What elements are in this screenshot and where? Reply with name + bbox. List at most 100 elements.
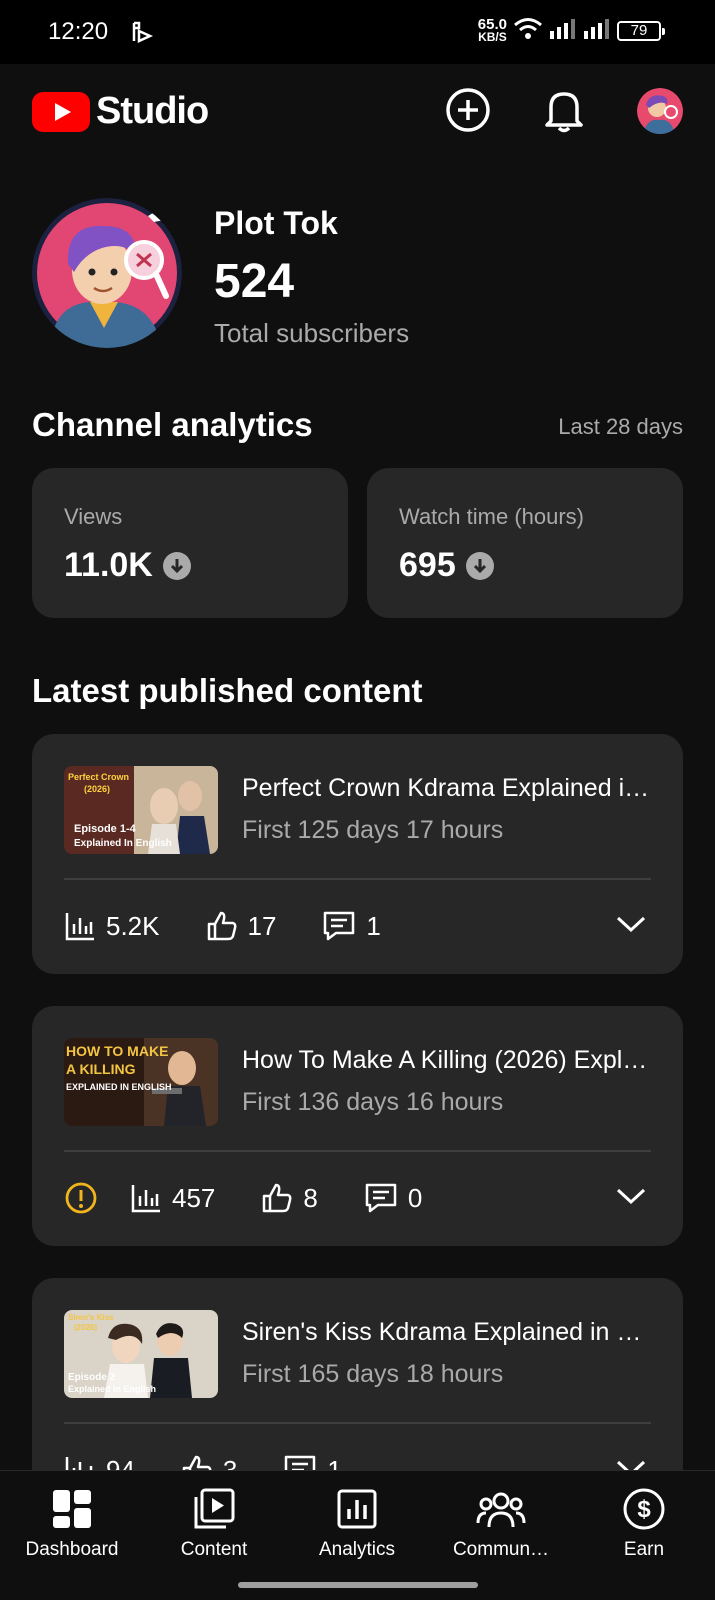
svg-text:(2026): (2026) [84, 784, 110, 794]
wifi-icon [513, 16, 543, 45]
nav-community[interactable]: Commun… [431, 1485, 571, 1561]
likes-count: 17 [247, 910, 277, 941]
svg-text:Episode 2: Episode 2 [68, 1372, 116, 1383]
views-count: 457 [172, 1182, 216, 1213]
notifications-button[interactable] [540, 86, 588, 134]
likes-metric: 17 [206, 910, 277, 942]
views-count: 5.2K [106, 910, 160, 941]
logo-text: Studio [96, 90, 209, 132]
svg-text:HOW TO MAKE: HOW TO MAKE [66, 1043, 168, 1059]
youtube-play-icon [32, 91, 90, 132]
views-metric: 457 [130, 1182, 215, 1214]
nav-label: Dashboard [25, 1539, 119, 1560]
divider [64, 1422, 651, 1424]
arrow-down-icon [465, 551, 494, 580]
nav-label: Commun… [452, 1539, 550, 1560]
video-card[interactable]: Perfect Crown (2026) Episode 1-4 Explain… [32, 734, 683, 974]
likes-count: 8 [303, 1182, 318, 1213]
video-age: First 165 days 18 hours [242, 1360, 504, 1388]
bar-chart-icon [131, 1185, 160, 1213]
app-header: Studio [0, 64, 715, 164]
svg-text:$: $ [637, 1496, 651, 1523]
comment-icon [365, 1183, 397, 1213]
video-age: First 125 days 17 hours [242, 816, 504, 844]
video-card[interactable]: HOW TO MAKE A KILLING EXPLAINED IN ENGLI… [32, 1006, 683, 1246]
date-range-label[interactable]: Last 28 days [558, 414, 683, 440]
svg-text:(2026): (2026) [74, 1323, 97, 1332]
app-notification-icon [130, 20, 154, 49]
nav-label: Content [180, 1539, 248, 1560]
create-button[interactable] [444, 86, 492, 134]
stat-label: Views [64, 504, 123, 529]
analytics-icon [287, 1485, 427, 1533]
network-speed: 65.0 KB/S [477, 15, 507, 44]
video-title[interactable]: Siren's Kiss Kdrama Explained in English [242, 1318, 657, 1347]
chevron-down-icon[interactable] [615, 1186, 647, 1211]
svg-text:Perfect Crown: Perfect Crown [68, 772, 129, 782]
nav-earn[interactable]: $ Earn [574, 1485, 714, 1561]
video-metrics: 5.2K 17 1 [64, 906, 427, 946]
views-metric: 5.2K [64, 910, 160, 942]
chevron-down-icon[interactable] [615, 914, 647, 939]
comments-count: 0 [407, 1182, 423, 1213]
nav-analytics[interactable]: Analytics [287, 1485, 427, 1561]
arrow-down-icon [162, 551, 191, 580]
signal-icon-2 [583, 17, 611, 44]
content-icon [144, 1485, 284, 1533]
channel-analytics-title: Channel analytics [32, 406, 313, 443]
thumbs-up-icon [207, 911, 236, 941]
stat-value: 11.0K [64, 546, 191, 585]
comments-metric: 1 [322, 910, 381, 942]
thumbs-up-icon [263, 1183, 292, 1213]
studio-logo[interactable]: Studio [32, 90, 209, 133]
divider [64, 1150, 651, 1152]
subscriber-label: Total subscribers [214, 318, 410, 348]
nav-content[interactable]: Content [144, 1485, 284, 1561]
account-avatar[interactable] [637, 88, 683, 134]
status-bar: 12:20 65.0 KB/S 79 [0, 0, 715, 64]
comments-count: 1 [366, 910, 381, 941]
comment-icon [324, 911, 355, 941]
svg-text:Explained In English: Explained In English [74, 838, 172, 849]
watch-time-card[interactable]: Watch time (hours) 695 [367, 468, 683, 618]
watch-time-value: 695 [399, 546, 456, 584]
svg-text:Siren's Kiss: Siren's Kiss [68, 1313, 114, 1322]
comments-metric: 0 [364, 1182, 422, 1214]
stat-label: Watch time (hours) [399, 504, 585, 529]
video-thumbnail[interactable]: Perfect Crown (2026) Episode 1-4 Explain… [64, 766, 218, 854]
dashboard-icon [2, 1485, 142, 1533]
latest-content-title: Latest published content [32, 672, 423, 709]
earn-icon: $ [574, 1485, 714, 1533]
warning-icon [65, 1182, 97, 1214]
views-card[interactable]: Views 11.0K [32, 468, 348, 618]
video-title[interactable]: Perfect Crown Kdrama Explained in Englis… [242, 774, 657, 803]
bottom-navigation: Dashboard Content Analytics Commun… $ Ea… [0, 1470, 715, 1600]
channel-avatar[interactable] [32, 198, 182, 348]
svg-text:Episode 1-4: Episode 1-4 [74, 823, 137, 835]
subscriber-count: 524 [214, 255, 295, 308]
video-age: First 136 days 16 hours [242, 1088, 504, 1116]
svg-text:A KILLING: A KILLING [66, 1061, 136, 1077]
warning-metric[interactable] [64, 1181, 98, 1215]
status-time: 12:20 [48, 18, 109, 45]
divider [64, 878, 651, 880]
channel-name: Plot Tok [214, 205, 338, 241]
svg-text:Explained In English: Explained In English [68, 1384, 156, 1394]
svg-text:EXPLAINED IN ENGLISH: EXPLAINED IN ENGLISH [66, 1082, 172, 1092]
home-indicator[interactable] [238, 1582, 478, 1588]
bar-chart-icon [65, 913, 94, 941]
video-thumbnail[interactable]: HOW TO MAKE A KILLING EXPLAINED IN ENGLI… [64, 1038, 218, 1126]
add-circle-icon [446, 88, 490, 132]
video-thumbnail[interactable]: Siren's Kiss (2026) Episode 2 Explained … [64, 1310, 218, 1398]
video-metrics: 457 8 0 [64, 1178, 468, 1218]
nav-label: Analytics [318, 1539, 396, 1560]
community-icon [431, 1485, 571, 1533]
battery-indicator: 79 [617, 20, 665, 41]
views-value: 11.0K [64, 546, 153, 584]
bell-icon [545, 92, 583, 133]
nav-label: Earn [623, 1539, 665, 1560]
likes-metric: 8 [261, 1182, 318, 1214]
signal-icon [549, 17, 577, 44]
nav-dashboard[interactable]: Dashboard [2, 1485, 142, 1561]
video-title[interactable]: How To Make A Killing (2026) Explained i… [242, 1046, 657, 1075]
